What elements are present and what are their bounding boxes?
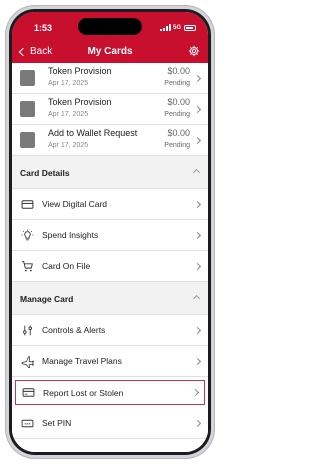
sliders-icon	[23, 325, 32, 336]
transaction-status: Pending	[164, 111, 190, 118]
header: 1:53 5G Back My Cards	[12, 12, 208, 63]
transaction-date: Apr 17, 2025	[48, 111, 89, 118]
menu-item-label: Card On File	[42, 261, 91, 271]
transaction-title: Token Provision	[48, 66, 112, 76]
transaction-title: Add to Wallet Request	[48, 128, 138, 138]
menu-item-label: View Digital Card	[42, 199, 108, 209]
status-time: 1:53	[34, 23, 53, 33]
menu-item-controls-alerts[interactable]: Controls & Alerts	[12, 315, 208, 346]
status-icons: 5G	[159, 24, 196, 31]
transaction-title: Token Provision	[48, 97, 112, 107]
pin-icon: ***	[21, 419, 34, 428]
menu-item-card-on-file[interactable]: Card On File	[12, 251, 208, 282]
chevron-right-icon	[191, 388, 200, 397]
transaction-amount: $0.00	[167, 66, 190, 76]
card-content: Token Provision Apr 17, 2025 $0.00 Pendi…	[12, 63, 208, 452]
plane-icon	[21, 356, 34, 368]
menu-item-label: Report Lost or Stolen	[43, 388, 124, 398]
chevron-right-icon	[193, 326, 202, 335]
chevron-right-icon	[193, 357, 202, 366]
transaction-status: Pending	[164, 80, 190, 87]
transaction-date: Apr 17, 2025	[48, 80, 89, 87]
transaction-amount: $0.00	[167, 128, 190, 138]
section-title: Card Details	[20, 168, 70, 178]
menu-item-report-lost-stolen[interactable]: Report Lost or Stolen	[15, 380, 205, 405]
cart-icon	[22, 261, 33, 272]
menu-item-label: Set PIN	[42, 418, 72, 428]
dynamic-island	[78, 18, 142, 35]
transaction-icon	[20, 132, 35, 148]
svg-text:***: ***	[25, 421, 31, 426]
transaction-row[interactable]: Token Provision Apr 17, 2025 $0.00 Pendi…	[12, 63, 208, 94]
chevron-right-icon	[193, 419, 202, 428]
phone-bezel: 1:53 5G Back My Cards Token Provision Ap…	[9, 9, 211, 455]
chevron-up-icon	[192, 168, 201, 177]
chevron-right-icon	[193, 231, 202, 240]
transaction-row[interactable]: Token Provision Apr 17, 2025 $0.00 Pendi…	[12, 94, 208, 125]
battery-icon	[184, 24, 196, 31]
transaction-icon	[20, 101, 35, 117]
phone-frame: 1:53 5G Back My Cards Token Provision Ap…	[5, 5, 215, 459]
gear-icon[interactable]	[188, 45, 200, 57]
card-icon	[21, 200, 34, 209]
transaction-row[interactable]: Add to Wallet Request Apr 17, 2025 $0.00…	[12, 125, 208, 156]
signal-icon	[159, 24, 171, 31]
transaction-amount: $0.00	[167, 97, 190, 107]
menu-item-view-digital-card[interactable]: View Digital Card	[12, 189, 208, 220]
chevron-right-icon	[193, 105, 202, 114]
section-header-manage-card[interactable]: Manage Card	[12, 282, 208, 315]
network-label: 5G	[172, 24, 181, 31]
screen: 1:53 5G Back My Cards Token Provision Ap…	[12, 12, 208, 452]
menu-item-manage-travel-plans[interactable]: Manage Travel Plans	[12, 346, 208, 377]
menu-item-label: Manage Travel Plans	[42, 356, 122, 366]
menu-item-label: Spend Insights	[42, 230, 99, 240]
chevron-up-icon	[192, 294, 201, 303]
chevron-right-icon	[193, 74, 202, 83]
chevron-right-icon	[193, 200, 202, 209]
section-title: Manage Card	[20, 294, 74, 304]
transaction-status: Pending	[164, 142, 190, 149]
transaction-date: Apr 17, 2025	[48, 142, 89, 149]
section-header-card-details[interactable]: Card Details	[12, 156, 208, 189]
chevron-right-icon	[193, 136, 202, 145]
lightbulb-icon	[21, 229, 34, 241]
chevron-right-icon	[193, 262, 202, 271]
menu-item-spend-insights[interactable]: Spend Insights	[12, 220, 208, 251]
card-alert-icon	[22, 388, 35, 397]
page-title: My Cards	[87, 46, 133, 57]
menu-item-label: Controls & Alerts	[42, 325, 106, 335]
menu-item-set-pin[interactable]: *** Set PIN	[12, 408, 208, 439]
transaction-icon	[20, 70, 35, 86]
